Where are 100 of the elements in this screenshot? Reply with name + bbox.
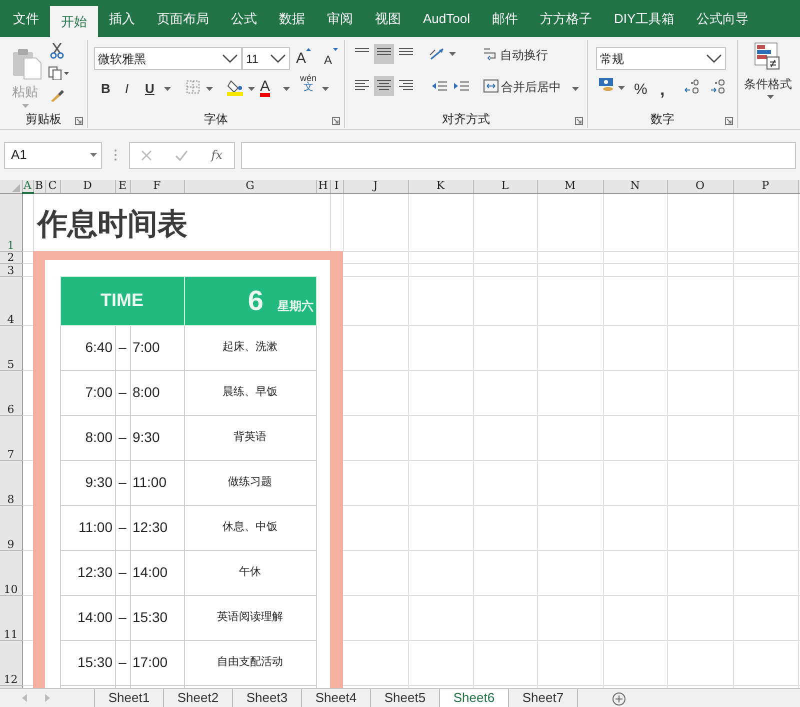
currency-icon[interactable] (598, 77, 614, 93)
ribbon-tab[interactable]: AudTool (412, 0, 481, 37)
bold-button[interactable]: B (101, 79, 110, 98)
font-size-field[interactable]: 11 (242, 47, 290, 70)
column-header[interactable]: H (316, 180, 330, 193)
copy-icon[interactable] (48, 66, 70, 80)
formula-input[interactable] (241, 142, 796, 168)
column-header[interactable]: O (667, 180, 733, 193)
conditional-format-button[interactable]: 条件格式 (744, 75, 792, 93)
column-header[interactable]: J (343, 180, 408, 193)
ribbon-tab[interactable]: 邮件 (480, 0, 529, 37)
ribbon-tab[interactable]: 公式 (220, 0, 268, 37)
insert-function-button[interactable]: fx (211, 146, 223, 164)
row-header[interactable]: 1 (0, 193, 22, 251)
italic-button[interactable]: I (125, 79, 129, 98)
underline-button[interactable]: U (145, 79, 154, 98)
caret-icon[interactable] (90, 153, 97, 157)
merge-center-button[interactable]: 合并后居中 (501, 78, 561, 96)
ribbon-tab[interactable]: 方方格子 (528, 0, 603, 37)
column-header[interactable]: M (537, 180, 603, 193)
row-header[interactable]: 9 (0, 505, 22, 550)
borders-icon[interactable] (186, 80, 200, 94)
caret-icon[interactable] (449, 52, 456, 56)
ribbon-tab[interactable]: 数据 (268, 0, 316, 37)
grow-font-button[interactable]: A (296, 48, 306, 70)
row-header[interactable]: 10 (0, 550, 22, 595)
ribbon-tab[interactable]: 公式向导 (686, 0, 760, 37)
sheet-tab[interactable]: Sheet1 (95, 689, 164, 707)
column-header[interactable]: F (130, 180, 184, 193)
chevron-icon[interactable] (270, 54, 286, 63)
check-icon[interactable] (175, 150, 188, 160)
caret-icon[interactable] (322, 87, 329, 91)
conditional-format-icon[interactable] (754, 42, 780, 70)
column-header[interactable]: B (33, 180, 45, 193)
ribbon-tab[interactable]: 插入 (98, 0, 146, 37)
launcher-icon[interactable] (725, 117, 733, 125)
wrap-text-icon[interactable] (483, 46, 497, 62)
ribbon-tab[interactable]: 文件 (2, 0, 50, 37)
decrease-decimal-icon[interactable] (710, 78, 726, 94)
caret-icon[interactable] (206, 87, 213, 91)
column-header[interactable]: C (45, 180, 60, 193)
wrap-text-button[interactable]: 自动换行 (500, 46, 548, 64)
column-header[interactable]: G (184, 180, 316, 193)
name-box[interactable]: A1 (4, 142, 102, 168)
table-cell: 自由支配活动 (184, 640, 316, 685)
caret-icon[interactable] (767, 95, 774, 99)
sheet-tab[interactable]: Sheet3 (233, 689, 302, 707)
row-header[interactable]: 7 (0, 415, 22, 460)
caret-icon[interactable] (248, 87, 255, 91)
caret-icon[interactable] (164, 87, 171, 91)
add-sheet-icon[interactable] (612, 692, 626, 706)
caret-icon[interactable] (283, 87, 290, 91)
align-center-icon[interactable] (374, 76, 394, 96)
ribbon-tab[interactable]: 视图 (364, 0, 412, 37)
row-header[interactable]: 5 (0, 325, 22, 370)
column-header[interactable]: A (22, 180, 33, 193)
merge-center-icon[interactable] (483, 79, 499, 93)
caret-icon[interactable] (618, 86, 625, 90)
sheet-tab[interactable]: Sheet2 (164, 689, 233, 707)
increase-indent-icon[interactable] (453, 80, 470, 92)
scissors-icon[interactable] (50, 43, 64, 59)
launcher-icon[interactable] (75, 117, 83, 125)
ribbon-tab[interactable]: 页面布局 (146, 0, 220, 37)
column-header[interactable]: I (330, 180, 343, 193)
sheet-tab[interactable]: Sheet6 (440, 689, 509, 707)
ribbon-tab[interactable]: DIY工具箱 (602, 0, 686, 37)
column-header[interactable]: E (115, 180, 130, 193)
row-header[interactable]: 3 (0, 263, 22, 276)
row-header[interactable]: 12 (0, 640, 22, 685)
ribbon-tab[interactable]: 开始 (50, 6, 98, 37)
ribbon-tab[interactable]: 审阅 (316, 0, 364, 37)
decrease-indent-icon[interactable] (431, 80, 448, 92)
sheet-tab[interactable]: Sheet7 (509, 689, 578, 707)
chevron-icon[interactable] (706, 54, 722, 63)
launcher-icon[interactable] (575, 117, 583, 125)
column-header[interactable]: L (473, 180, 537, 193)
row-header[interactable]: 2 (0, 251, 22, 263)
caret-icon[interactable] (572, 87, 579, 91)
phonetic-button[interactable]: wén 文 (300, 74, 317, 92)
increase-decimal-icon[interactable] (684, 78, 700, 94)
row-header[interactable]: 6 (0, 370, 22, 415)
font-name-field[interactable]: 微软雅黑 (94, 47, 242, 70)
column-header[interactable]: D (60, 180, 115, 193)
fill-color-icon[interactable] (227, 79, 245, 96)
column-header[interactable]: N (603, 180, 667, 193)
brush-icon[interactable] (50, 88, 66, 102)
column-header[interactable]: K (408, 180, 473, 193)
comma-button[interactable]: , (660, 77, 665, 102)
shrink-font-button[interactable]: A (324, 51, 332, 69)
row-header[interactable]: 4 (0, 276, 22, 325)
row-header[interactable]: 11 (0, 595, 22, 640)
sheet-tab[interactable]: Sheet4 (302, 689, 371, 707)
number-format-field[interactable]: 常规 (596, 47, 726, 70)
align-middle-icon[interactable] (374, 44, 394, 64)
row-header[interactable]: 8 (0, 460, 22, 505)
font-color-button[interactable]: A (260, 76, 270, 98)
launcher-icon[interactable] (332, 117, 340, 125)
chevron-icon[interactable] (222, 54, 238, 63)
percent-button[interactable]: % (634, 79, 648, 102)
column-header[interactable]: P (733, 180, 798, 193)
